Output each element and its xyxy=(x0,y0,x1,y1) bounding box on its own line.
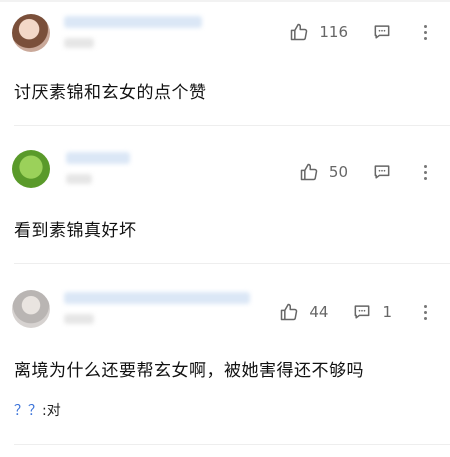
comment-3: 44 1 离境为什么还要帮玄女啊，被她害得还不够吗 ？？:对 xyxy=(0,264,450,444)
comment-bubble-icon xyxy=(374,165,390,179)
like-count: 50 xyxy=(328,163,348,181)
comment-text: 离境为什么还要帮玄女啊，被她害得还不够吗 xyxy=(14,361,364,381)
reply-button[interactable]: 1 xyxy=(352,302,392,322)
username-blurred[interactable] xyxy=(66,152,130,164)
reply-count: 1 xyxy=(382,303,392,321)
comment-text: 讨厌素锦和玄女的点个赞 xyxy=(14,83,207,103)
comment-actions: 50 xyxy=(299,158,432,186)
comment-1: 116 讨厌素锦和玄女的点个赞 xyxy=(0,0,450,125)
like-button[interactable]: 50 xyxy=(299,162,348,182)
username-blurred[interactable] xyxy=(64,292,250,304)
like-button[interactable]: 44 xyxy=(279,302,328,322)
thumbs-up-icon xyxy=(281,303,298,321)
avatar[interactable] xyxy=(12,290,50,328)
timestamp-blurred xyxy=(64,38,94,48)
comment-bubble-icon xyxy=(355,305,370,319)
comment-actions: 44 1 xyxy=(279,298,432,326)
like-count: 44 xyxy=(309,303,329,321)
comment-2: 50 看到素锦真好坏 xyxy=(0,126,450,263)
comment-actions: 116 xyxy=(289,18,432,46)
more-vertical-icon[interactable] xyxy=(418,22,432,42)
comment-bubble-icon xyxy=(374,25,390,39)
sub-reply[interactable]: ？？:对 xyxy=(14,400,61,420)
more-vertical-icon[interactable] xyxy=(418,302,432,322)
thumbs-up-icon xyxy=(291,23,308,41)
more-vertical-icon[interactable] xyxy=(418,162,432,182)
timestamp-blurred xyxy=(66,174,92,184)
thumbs-up-icon xyxy=(300,163,318,181)
reply-button[interactable] xyxy=(372,22,392,42)
sub-reply-user[interactable]: ？？ xyxy=(14,403,42,419)
timestamp-blurred xyxy=(64,314,94,324)
like-button[interactable]: 116 xyxy=(289,22,348,42)
avatar[interactable] xyxy=(12,14,50,52)
sub-reply-text: 对 xyxy=(46,403,61,419)
comment-text: 看到素锦真好坏 xyxy=(14,221,137,241)
divider xyxy=(14,444,450,445)
avatar[interactable] xyxy=(12,150,50,188)
username-blurred[interactable] xyxy=(64,16,202,28)
reply-button[interactable] xyxy=(372,162,392,182)
like-count: 116 xyxy=(319,23,348,41)
